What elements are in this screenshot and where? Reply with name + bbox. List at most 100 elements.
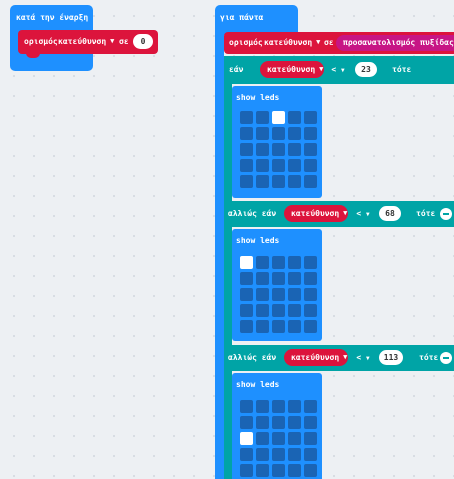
led-cell[interactable] (240, 400, 253, 413)
led-cell[interactable] (304, 320, 317, 333)
led-cell[interactable] (304, 464, 317, 477)
led-cell[interactable] (256, 320, 269, 333)
led-cell[interactable] (240, 111, 253, 124)
led-cell[interactable] (288, 175, 301, 188)
led-cell[interactable] (288, 416, 301, 429)
led-cell[interactable] (256, 288, 269, 301)
led-cell[interactable] (288, 111, 301, 124)
led-cell[interactable] (256, 416, 269, 429)
led-cell[interactable] (272, 432, 285, 445)
led-cell[interactable] (240, 288, 253, 301)
to-label: σε (119, 37, 129, 46)
condition-value-1[interactable]: 23 (355, 62, 377, 77)
led-cell[interactable] (256, 175, 269, 188)
led-cell[interactable] (240, 143, 253, 156)
remove-branch-icon[interactable] (440, 208, 452, 220)
led-cell[interactable] (256, 256, 269, 269)
led-cell[interactable] (304, 159, 317, 172)
led-cell[interactable] (240, 159, 253, 172)
condition-variable-1[interactable]: κατεύθυνση ▼ (260, 61, 324, 78)
led-cell[interactable] (272, 320, 285, 333)
led-cell[interactable] (240, 127, 253, 140)
led-cell[interactable] (272, 416, 285, 429)
led-cell[interactable] (256, 304, 269, 317)
led-cell[interactable] (288, 143, 301, 156)
led-cell[interactable] (256, 400, 269, 413)
led-cell[interactable] (304, 143, 317, 156)
led-cell[interactable] (256, 127, 269, 140)
led-cell[interactable] (288, 288, 301, 301)
led-cell[interactable] (256, 143, 269, 156)
led-cell[interactable] (256, 159, 269, 172)
led-cell[interactable] (288, 464, 301, 477)
led-cell[interactable] (304, 288, 317, 301)
led-cell[interactable] (288, 432, 301, 445)
led-cell[interactable] (272, 143, 285, 156)
led-cell[interactable] (288, 272, 301, 285)
led-grid-1[interactable] (240, 111, 317, 188)
led-cell[interactable] (288, 320, 301, 333)
led-cell[interactable] (240, 175, 253, 188)
led-cell[interactable] (256, 111, 269, 124)
led-cell[interactable] (304, 400, 317, 413)
led-cell[interactable] (304, 272, 317, 285)
led-cell[interactable] (272, 272, 285, 285)
led-cell[interactable] (272, 400, 285, 413)
led-cell[interactable] (272, 175, 285, 188)
led-grid-2[interactable] (240, 256, 317, 333)
variable-name: κατεύθυνση (58, 36, 107, 46)
led-cell[interactable] (304, 448, 317, 461)
led-cell[interactable] (304, 432, 317, 445)
remove-branch-icon[interactable] (440, 352, 452, 364)
led-cell[interactable] (288, 400, 301, 413)
variable-dropdown[interactable]: κατεύθυνση ▼ (58, 34, 114, 49)
led-cell[interactable] (288, 159, 301, 172)
chevron-down-icon: ▼ (316, 38, 321, 46)
led-cell[interactable] (304, 304, 317, 317)
led-cell[interactable] (272, 256, 285, 269)
led-cell[interactable] (256, 272, 269, 285)
forever-label: για πάντα (220, 13, 264, 22)
operator-dropdown-2[interactable]: < ▼ (353, 207, 373, 220)
led-cell[interactable] (288, 127, 301, 140)
led-cell[interactable] (304, 416, 317, 429)
condition-variable-2[interactable]: κατεύθυνση ▼ (284, 205, 348, 222)
led-grid-3[interactable] (240, 400, 317, 477)
variable-dropdown[interactable]: κατεύθυνση ▼ (264, 35, 320, 50)
led-cell[interactable] (272, 448, 285, 461)
led-cell[interactable] (240, 464, 253, 477)
led-cell[interactable] (272, 111, 285, 124)
variable-name: κατεύθυνση (291, 208, 340, 218)
led-cell[interactable] (304, 256, 317, 269)
led-cell[interactable] (304, 127, 317, 140)
operator-dropdown-1[interactable]: < ▼ (328, 63, 348, 76)
led-cell[interactable] (240, 304, 253, 317)
led-cell[interactable] (272, 288, 285, 301)
led-cell[interactable] (288, 256, 301, 269)
led-cell[interactable] (240, 448, 253, 461)
led-cell[interactable] (272, 127, 285, 140)
led-cell[interactable] (240, 256, 253, 269)
to-label: σε (324, 38, 334, 47)
condition-value-2[interactable]: 68 (379, 206, 401, 221)
led-cell[interactable] (256, 464, 269, 477)
led-cell[interactable] (288, 448, 301, 461)
led-cell[interactable] (272, 464, 285, 477)
led-cell[interactable] (272, 304, 285, 317)
led-cell[interactable] (256, 432, 269, 445)
operator-dropdown-3[interactable]: < ▼ (353, 351, 373, 364)
led-cell[interactable] (240, 272, 253, 285)
value-input[interactable]: 0 (133, 34, 153, 49)
led-cell[interactable] (240, 416, 253, 429)
led-cell[interactable] (240, 320, 253, 333)
led-cell[interactable] (304, 111, 317, 124)
led-cell[interactable] (304, 175, 317, 188)
chevron-down-icon: ▼ (343, 353, 348, 361)
led-cell[interactable] (272, 159, 285, 172)
led-cell[interactable] (256, 448, 269, 461)
led-cell[interactable] (240, 432, 253, 445)
condition-variable-3[interactable]: κατεύθυνση ▼ (284, 349, 348, 366)
then-label: τότε (392, 65, 412, 74)
condition-value-3[interactable]: 113 (379, 350, 403, 365)
led-cell[interactable] (288, 304, 301, 317)
